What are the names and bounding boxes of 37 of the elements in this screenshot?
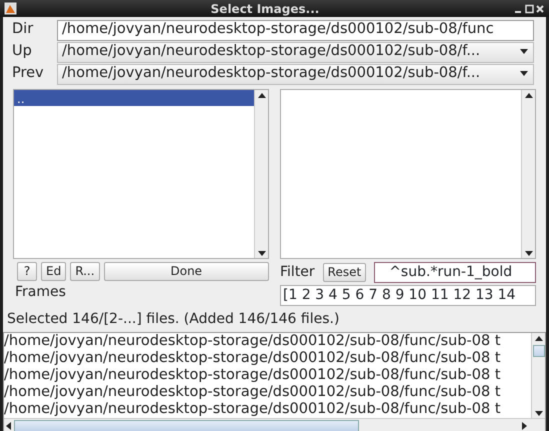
- file-path: /home/jovyan/neurodesktop-storage/ds000102/sub-08/func/sub-08 t: [4, 367, 502, 384]
- field-label: Up: [11, 42, 33, 62]
- caret-icon: [518, 70, 530, 78]
- file-path: /home/jovyan/neurodesktop-storage/ds000102/sub-08/func/sub-08 t: [4, 333, 502, 350]
- scrollbar[interactable]: [521, 90, 535, 258]
- window-title: Select Images...: [210, 0, 320, 18]
- scrollbar[interactable]: [254, 90, 268, 258]
- close-icon[interactable]: [535, 4, 545, 14]
- button[interactable]: Ed: [41, 262, 66, 281]
- button[interactable]: R...: [70, 262, 100, 281]
- scroll-down-icon[interactable]: [522, 248, 534, 258]
- scrollbar[interactable]: [4, 418, 545, 431]
- frames-field[interactable]: [1 2 3 4 5 6 7 8 9 10 11 12 13 14: [280, 285, 536, 306]
- scroll-right-icon[interactable]: [519, 420, 529, 431]
- scroll-thumb[interactable]: [532, 345, 544, 357]
- scrollbar[interactable]: [531, 333, 545, 418]
- button[interactable]: Done: [104, 262, 269, 281]
- file-path: /home/jovyan/neurodesktop-storage/ds000102/sub-08/func/sub-08 t: [4, 401, 502, 418]
- file-path: /home/jovyan/neurodesktop-storage/ds000102/sub-08/func/sub-08 t: [4, 350, 502, 367]
- app-icon: [4, 2, 17, 15]
- filter-field[interactable]: ^sub.*run-1_bold: [374, 262, 536, 283]
- path-field[interactable]: /home/jovyan/neurodesktop-storage/ds000102/sub-08/func: [57, 20, 534, 40]
- button[interactable]: ?: [17, 262, 37, 281]
- file-path: /home/jovyan/neurodesktop-storage/ds000102/sub-08/func/sub-08 t: [4, 384, 502, 401]
- reset-button[interactable]: Reset: [322, 263, 366, 282]
- scroll-down-icon[interactable]: [256, 248, 268, 258]
- path-dropdown[interactable]: /home/jovyan/neurodesktop-storage/ds000102/sub-08/f...: [57, 42, 534, 62]
- frames-label: Frames: [14, 283, 67, 302]
- status-text: Selected 146/[2-...] files. (Added 146/146 files.): [6, 310, 340, 329]
- path-dropdown[interactable]: /home/jovyan/neurodesktop-storage/ds000102/sub-08/f...: [57, 64, 534, 84]
- filter-label: Filter: [280, 263, 315, 282]
- list-item[interactable]: ..: [14, 90, 254, 106]
- field-label: Prev: [11, 64, 45, 84]
- scroll-thumb[interactable]: [14, 420, 359, 431]
- field-label: Dir: [11, 20, 34, 40]
- maximize-icon[interactable]: [523, 4, 535, 14]
- caret-icon: [518, 48, 530, 56]
